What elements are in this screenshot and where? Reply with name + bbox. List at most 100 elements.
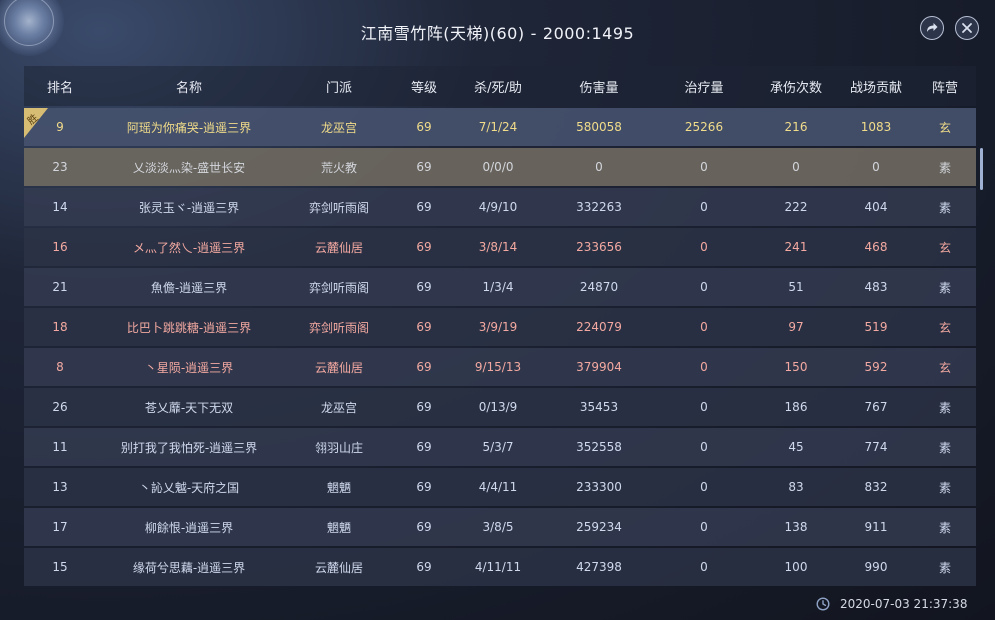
cell-heal: 0 [700,520,708,534]
cell-sect: 荒火教 [320,160,357,175]
timestamp: 2020-07-03 21:37:38 [840,597,968,611]
header-level: 等级 [410,80,437,96]
cell-damage: 233656 [576,240,622,254]
cell-sect: 魍魉 [326,480,351,495]
cell-rank: 18 [52,320,68,334]
table-header: 排名 名称 门派 等级 杀/死/助 伤害量 治疗量 承伤次数 战场贡献 阵营 [24,66,976,106]
cell-level: 69 [416,200,432,214]
cell-level: 69 [416,120,432,134]
cell-faction: 素 [938,520,951,535]
cell-hits: 0 [792,160,800,174]
cell-level: 69 [416,480,432,494]
cell-level: 69 [416,240,432,254]
close-x-icon [962,23,972,33]
cell-contrib: 519 [864,320,888,334]
cell-kda: 1/3/4 [482,280,514,294]
cell-rank: 11 [52,440,68,454]
table-row[interactable]: 18 比巴卜跳跳糖-逍遥三界 弈剑听雨阁 69 3/9/19 224079 0 97 519 玄 [24,308,976,346]
cell-faction: 素 [938,440,951,455]
cell-heal: 25266 [684,120,724,134]
table-row[interactable]: 8 丶星陨-逍遥三界 云麓仙居 69 9/15/13 379904 0 150 592 玄 [24,348,976,386]
cell-name: 乂淡淡灬染-盛世长安 [132,160,246,175]
cell-sect: 弈剑听雨阁 [308,320,369,335]
cell-name: 别打我了我怕死-逍遥三界 [120,440,258,455]
table-row[interactable]: 17 柳餘恨-逍遥三界 魍魉 69 3/8/5 259234 0 138 911 素 [24,508,976,546]
cell-name: 丶星陨-逍遥三界 [144,360,234,375]
cell-hits: 45 [788,440,804,454]
cell-level: 69 [416,560,432,574]
cell-sect: 云麓仙居 [314,240,363,255]
table-row[interactable]: 15 缘荷兮思藕-逍遥三界 云麓仙居 69 4/11/11 427398 0 100 990 素 [24,548,976,586]
cell-damage: 0 [595,160,603,174]
cell-hits: 241 [784,240,808,254]
header-rank: 排名 [46,80,73,96]
cell-faction: 素 [938,560,951,575]
cell-contrib: 832 [864,480,888,494]
cell-faction: 素 [938,200,951,215]
cell-heal: 0 [700,200,708,214]
cell-contrib: 592 [864,360,888,374]
table-row[interactable]: 21 魚儋-逍遥三界 弈剑听雨阁 69 1/3/4 24870 0 51 483 素 [24,268,976,306]
cell-faction: 素 [938,400,951,415]
cell-hits: 97 [788,320,804,334]
cell-sect: 弈剑听雨阁 [308,280,369,295]
cell-heal: 0 [700,240,708,254]
cell-name: 缘荷兮思藕-逍遥三界 [132,560,246,575]
table-row[interactable]: 13 丶訫乂魆-天府之国 魍魉 69 4/4/11 233300 0 83 832 素 [24,468,976,506]
cell-damage: 24870 [579,280,619,294]
cell-sect: 云麓仙居 [314,560,363,575]
cell-name: 柳餘恨-逍遥三界 [144,520,234,535]
cell-heal: 0 [700,280,708,294]
cell-faction: 素 [938,480,951,495]
window-title: 江南雪竹阵(天梯)(60) -2000:1495 [0,20,995,44]
cell-faction: 玄 [938,240,951,255]
cell-damage: 580058 [576,120,622,134]
cell-sect: 魍魉 [326,520,351,535]
scoreboard-window: 江南雪竹阵(天梯)(60) -2000:1495 排名 名称 门派 等级 杀/死/助 伤害量… [0,0,995,620]
cell-level: 69 [416,520,432,534]
cell-heal: 0 [700,360,708,374]
cell-rank: 8 [56,360,64,374]
cell-damage: 352558 [576,440,622,454]
cell-kda: 7/1/24 [478,120,518,134]
cell-damage: 259234 [576,520,622,534]
cell-kda: 4/9/10 [478,200,518,214]
cell-name: 张灵玉ヾ-逍遥三界 [138,200,240,215]
battle-score: 2000:1495 [542,24,635,43]
table-row[interactable]: 16 メ灬了然乀-逍遥三界 云麓仙居 69 3/8/14 233656 0 241 468 玄 [24,228,976,266]
cell-hits: 186 [784,400,808,414]
cell-rank: 17 [52,520,68,534]
table-row[interactable]: 23 乂淡淡灬染-盛世长安 荒火教 69 0/0/0 0 0 0 0 素 [24,148,976,186]
table-row[interactable]: 26 苍乂蘼-天下无双 龙巫宫 69 0/13/9 35453 0 186 767 素 [24,388,976,426]
header-kda: 杀/死/助 [474,80,522,96]
cell-rank: 13 [52,480,68,494]
cell-kda: 9/15/13 [474,360,522,374]
close-button[interactable] [955,16,979,40]
cell-contrib: 911 [864,520,888,534]
header-heal: 治疗量 [684,80,724,96]
share-arrow-icon [927,23,938,32]
table-row[interactable]: 11 别打我了我怕死-逍遥三界 翎羽山庄 69 5/3/7 352558 0 45 774 素 [24,428,976,466]
scrollbar-thumb[interactable] [980,148,983,190]
cell-name: 魚儋-逍遥三界 [150,280,228,295]
cell-level: 69 [416,440,432,454]
share-button[interactable] [920,16,944,40]
table-row[interactable]: 胜 9 阿瑶为你痛哭-逍遥三界 龙巫宫 69 7/1/24 580058 25266 216 10… [24,108,976,146]
cell-damage: 427398 [576,560,622,574]
cell-kda: 3/9/19 [478,320,518,334]
cell-sect: 云麓仙居 [314,360,363,375]
cell-level: 69 [416,360,432,374]
cell-kda: 0/0/0 [482,160,514,174]
header-hits: 承伤次数 [769,80,822,96]
cell-contrib: 990 [864,560,888,574]
cell-kda: 4/11/11 [474,560,522,574]
cell-level: 69 [416,160,432,174]
header-damage: 伤害量 [579,80,619,96]
cell-contrib: 483 [864,280,888,294]
cell-heal: 0 [700,400,708,414]
cell-sect: 翎羽山庄 [314,440,363,455]
table-row[interactable]: 14 张灵玉ヾ-逍遥三界 弈剑听雨阁 69 4/9/10 332263 0 222 404 素 [24,188,976,226]
cell-faction: 素 [938,160,951,175]
cell-rank: 21 [52,280,68,294]
cell-hits: 216 [784,120,808,134]
